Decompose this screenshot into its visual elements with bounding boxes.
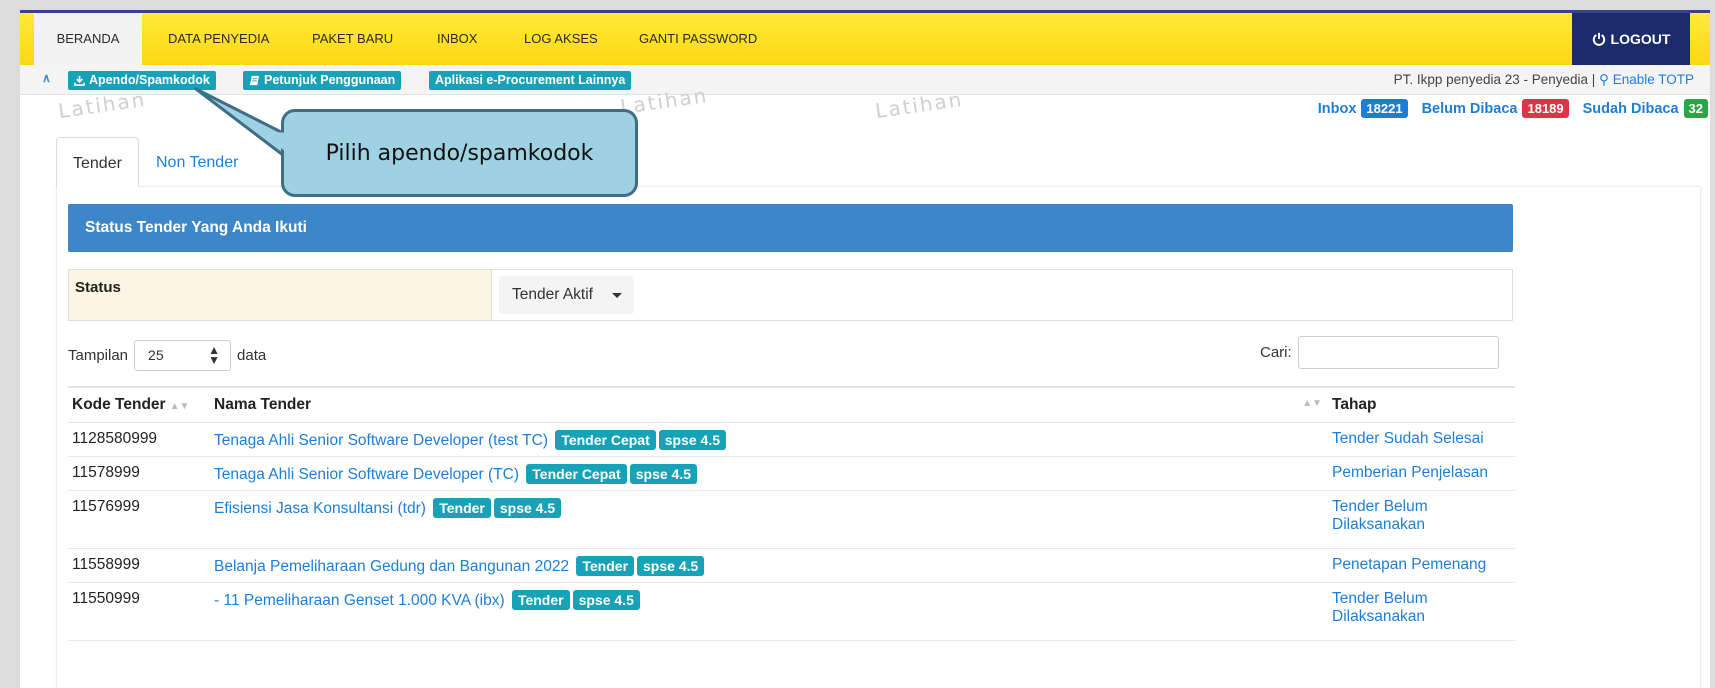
label-badge: Tender Cepat [526, 463, 627, 484]
cell-kode: 1128580999 [68, 422, 210, 457]
cell-nama: - 11 Pemeliharaan Genset 1.000 KVA (ibx)… [210, 582, 1328, 641]
callout-text: Pilih apendo/spamkodok [325, 140, 594, 166]
aplikasi-lainnya-label: Aplikasi e-Procurement Lainnya [435, 73, 626, 87]
search-label: Cari: [1260, 344, 1292, 361]
column-header-tahap[interactable]: Tahap [1328, 386, 1515, 423]
unread-count-badge: 18189 [1522, 99, 1569, 118]
search-input[interactable] [1297, 336, 1499, 369]
tender-name-link[interactable]: Efisiensi Jasa Konsultansi (tdr) [214, 500, 426, 517]
label-badge: Tender [576, 555, 635, 576]
callout-annotation: Pilih apendo/spamkodok [281, 109, 638, 197]
unread-counter-label[interactable]: Belum Dibaca [1422, 101, 1518, 117]
table-row: 1128580999 Tenaga Ahli Senior Software De… [68, 422, 1515, 457]
label-badge: spse 4.5 [572, 589, 640, 610]
cell-tahap: Pemberian Penjelasan [1328, 456, 1515, 491]
tahap-link[interactable]: Tender Belum Dilaksanakan [1332, 590, 1507, 626]
label-badge: spse 4.5 [637, 555, 705, 576]
logout-label: LOGOUT [1610, 31, 1671, 47]
inbox-counter-label[interactable]: Inbox [1318, 101, 1357, 117]
search-control: Cari: [1260, 336, 1499, 369]
length-prefix: Tampilan [68, 347, 129, 364]
updown-icon: ▲ ▼ [208, 343, 221, 367]
cell-kode: 11576999 [68, 490, 210, 549]
user-name: PT. Ikpp penyedia 23 - Penyedia | [1393, 72, 1596, 87]
status-dropdown[interactable]: Tender Aktif [499, 276, 634, 314]
screenshot-frame: BERANDA DATA PENYEDIA PAKET BARU INBOX L… [0, 0, 1715, 688]
table-row: 11578999 Tenaga Ahli Senior Software Deve… [68, 456, 1515, 491]
status-dropdown-value: Tender Aktif [512, 286, 593, 303]
label-badge: spse 4.5 [658, 429, 727, 450]
tender-name-link[interactable]: Belanja Pemeliharaan Gedung dan Bangunan… [214, 558, 569, 575]
sort-icon: ▲▼ [169, 400, 190, 412]
tahap-link[interactable]: Pemberian Penjelasan [1332, 464, 1507, 482]
aplikasi-lainnya-button[interactable]: Aplikasi e-Procurement Lainnya [429, 71, 632, 90]
user-info: PT. Ikpp penyedia 23 - Penyedia | ⚲ Enab… [1394, 72, 1694, 88]
cell-tahap: Tender Sudah Selesai [1328, 422, 1515, 457]
cell-nama: Efisiensi Jasa Konsultansi (tdr) Tender s… [210, 490, 1328, 549]
nav-ganti-password[interactable]: GANTI PASSWORD [639, 13, 757, 65]
cell-nama: Tenaga Ahli Senior Software Developer (t… [210, 422, 1328, 457]
table-row: 11576999 Efisiensi Jasa Konsultansi (tdr)… [68, 490, 1515, 549]
label-badge: spse 4.5 [493, 497, 562, 518]
cell-nama: Belanja Pemeliharaan Gedung dan Bangunan… [210, 548, 1328, 583]
cell-kode: 11578999 [68, 456, 210, 491]
nav-inbox[interactable]: INBOX [437, 13, 477, 65]
tahap-link[interactable]: Tender Belum Dilaksanakan [1332, 498, 1507, 534]
power-icon [1592, 32, 1605, 46]
column-header-nama[interactable]: Nama Tender ▲▼ [210, 386, 1328, 423]
read-count-badge: 32 [1683, 99, 1708, 118]
nav-log-akses[interactable]: LOG AKSES [524, 13, 598, 65]
cell-nama: Tenaga Ahli Senior Software Developer (T… [210, 456, 1328, 491]
enable-totp-link[interactable]: Enable TOTP [1613, 72, 1694, 87]
tahap-link[interactable]: Tender Sudah Selesai [1332, 430, 1507, 448]
page-length-control: Tampilan 25 ▲ ▼ data [68, 340, 266, 371]
tahap-link[interactable]: Penetapan Pemenang [1332, 556, 1507, 574]
inbox-count-badge: 18221 [1361, 99, 1408, 118]
label-badge: Tender [511, 589, 570, 610]
table-row: 11558999 Belanja Pemeliharaan Gedung dan … [68, 548, 1515, 583]
page: BERANDA DATA PENYEDIA PAKET BARU INBOX L… [20, 10, 1710, 688]
column-header-kode[interactable]: Kode Tender ▲▼ [68, 386, 210, 423]
length-suffix: data [237, 347, 267, 364]
message-counters: Inbox 18221 Belum Dibaca 18189 Sudah Dib… [1304, 99, 1708, 118]
tender-name-link[interactable]: - 11 Pemeliharaan Genset 1.000 KVA (ibx) [214, 592, 505, 609]
page-length-value: 25 [148, 347, 164, 363]
callout-pointer-cover [258, 130, 286, 152]
cell-tahap: Penetapan Pemenang [1328, 548, 1515, 583]
sort-icon: ▲▼ [1302, 398, 1322, 409]
label-badge: Tender Cepat [555, 429, 656, 450]
read-counter-label[interactable]: Sudah Dibaca [1583, 101, 1679, 117]
cell-tahap: Tender Belum Dilaksanakan [1328, 582, 1515, 641]
tender-table: Kode Tender ▲▼ Nama Tender ▲▼ Tahap 112858… [68, 386, 1515, 641]
key-icon: ⚲ [1599, 72, 1609, 87]
tender-name-link[interactable]: Tenaga Ahli Senior Software Developer (T… [214, 466, 519, 483]
nav-paket-baru[interactable]: PAKET BARU [312, 13, 393, 65]
label-badge: Tender [433, 497, 491, 518]
caret-down-icon [612, 293, 622, 298]
cell-kode: 11550999 [68, 582, 210, 641]
table-row: 11550999- 11 Pemeliharaan Genset 1.000 K… [68, 582, 1515, 641]
status-filter-row: Status Tender Aktif [68, 269, 1513, 321]
status-label: Status [69, 270, 492, 320]
page-length-select[interactable]: 25 ▲ ▼ [134, 340, 232, 371]
tender-name-link[interactable]: Tenaga Ahli Senior Software Developer (t… [214, 432, 548, 449]
cell-kode: 11558999 [68, 548, 210, 583]
cell-tahap: Tender Belum Dilaksanakan [1328, 490, 1515, 549]
label-badge: spse 4.5 [629, 463, 697, 484]
logout-button[interactable]: LOGOUT [1572, 13, 1690, 65]
